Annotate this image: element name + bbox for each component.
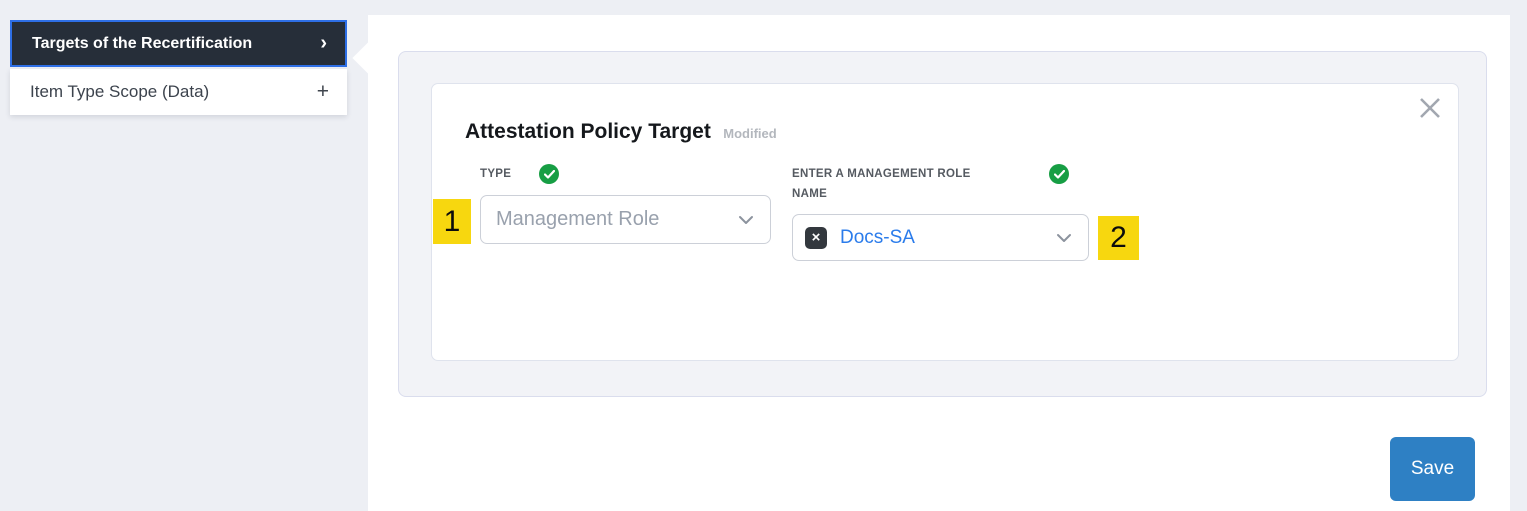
step-badge-2: 2 (1098, 216, 1139, 260)
dialog-title-row: Attestation Policy Target Modified (465, 120, 777, 144)
chevron-down-icon (1056, 233, 1072, 243)
recertification-targets-section: Attestation Policy Target Modified TYPE … (398, 51, 1487, 397)
sidebar-item-targets-of-recertification[interactable]: Targets of the Recertification › (10, 20, 347, 67)
remove-tag-button[interactable]: × (805, 227, 827, 249)
chevron-right-icon: › (320, 32, 327, 55)
sidebar-item-label: Targets of the Recertification (32, 35, 252, 53)
chevron-down-icon (738, 215, 754, 225)
check-circle-icon (1049, 164, 1069, 184)
card-title: Attestation Policy Target (465, 120, 711, 143)
step-badge-1: 1 (433, 199, 471, 244)
remove-x-icon: × (812, 227, 821, 249)
role-name-select[interactable]: × Docs-SA (792, 214, 1089, 261)
close-icon (1417, 95, 1443, 121)
role-name-field-label: ENTER A MANAGEMENT ROLE NAME (792, 164, 992, 204)
save-button[interactable]: Save (1390, 437, 1475, 501)
type-select[interactable]: Management Role (480, 195, 771, 244)
close-button[interactable] (1414, 92, 1446, 124)
sidebar-item-item-type-scope[interactable]: Item Type Scope (Data) + (10, 69, 347, 115)
plus-icon: + (317, 80, 329, 104)
sidebar: Targets of the Recertification › Item Ty… (10, 20, 347, 115)
type-field-label: TYPE (480, 164, 511, 184)
check-circle-icon (539, 164, 559, 184)
sidebar-item-label: Item Type Scope (Data) (30, 82, 209, 102)
modified-badge: Modified (723, 126, 776, 141)
panel-pointer-notch (352, 42, 383, 73)
type-select-value: Management Role (496, 208, 738, 231)
main-panel: Attestation Policy Target Modified TYPE … (368, 15, 1510, 511)
role-name-select-value: Docs-SA (840, 227, 1056, 249)
attestation-policy-target-card: Attestation Policy Target Modified TYPE … (431, 83, 1459, 361)
